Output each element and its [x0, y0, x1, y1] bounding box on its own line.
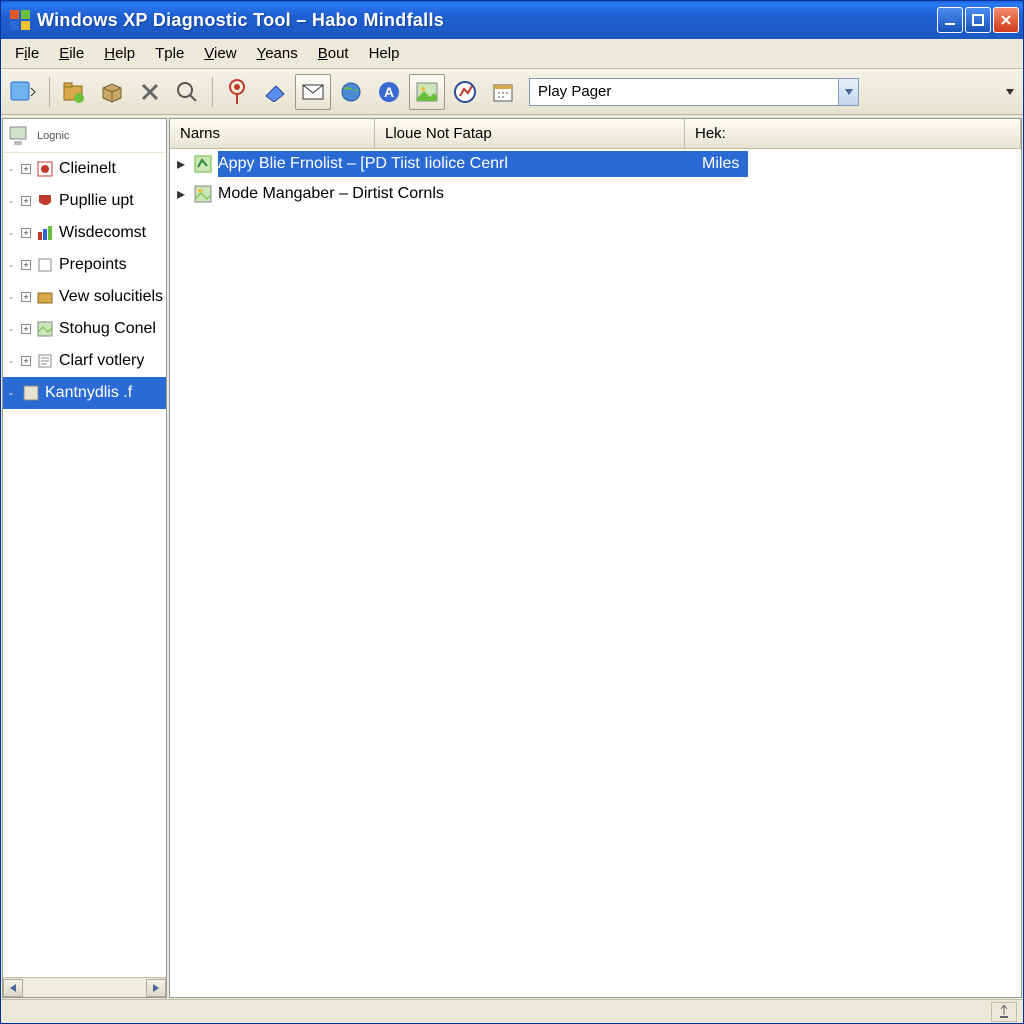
sidebar-items: -+ Clieinelt -+ Pupllie upt -+ Wisdecoms…: [3, 153, 166, 977]
app-icon: [9, 9, 31, 31]
sidebar-item-label: Pupllie upt: [59, 192, 134, 210]
toolbar-globe-button[interactable]: [333, 74, 369, 110]
maximize-button[interactable]: [965, 7, 991, 33]
column-header-hex[interactable]: Hek:: [685, 119, 1021, 148]
row-hex: Miles: [698, 155, 748, 173]
menu-bout[interactable]: Bout: [308, 41, 359, 66]
sidebar-icon: [21, 383, 41, 403]
sidebar-item-label: Wisdecomst: [59, 224, 146, 242]
scroll-right-button[interactable]: [146, 979, 166, 997]
toolbar-pin-button[interactable]: [219, 74, 255, 110]
computer-icon: [7, 123, 33, 149]
sidebar-scrollbar[interactable]: [3, 977, 166, 997]
column-header-desc[interactable]: Lloue Not Fatap: [375, 119, 685, 148]
menu-eile[interactable]: Eile: [49, 41, 94, 66]
list-row[interactable]: ▸ Mode Mangaber – Dirtist Cornls: [170, 179, 1021, 209]
sidebar-icon: [35, 223, 55, 243]
column-headers: Narns Lloue Not Fatap Hek:: [170, 119, 1021, 149]
toolbar-delete-button[interactable]: [132, 74, 168, 110]
sidebar-icon: [35, 255, 55, 275]
sidebar-item-vew-solucitiels[interactable]: -+ Vew solucitiels: [3, 281, 166, 313]
column-header-name[interactable]: Narns: [170, 119, 375, 148]
menu-file-1[interactable]: File: [5, 41, 49, 66]
sidebar-item-label: Prepoints: [59, 256, 127, 274]
toolbar-a-button[interactable]: A: [371, 74, 407, 110]
toolbar-separator: [49, 77, 50, 107]
status-indicator: [991, 1002, 1017, 1022]
main-panel: Narns Lloue Not Fatap Hek: ▸ Appy Blie F…: [169, 118, 1022, 998]
chevron-down-icon[interactable]: [838, 79, 858, 105]
expand-arrow-icon[interactable]: ▸: [170, 184, 192, 204]
toolbar-zoom-button[interactable]: [170, 74, 206, 110]
sidebar-item-label: Stohug Conel: [59, 320, 156, 338]
sidebar-item-label: Clieinelt: [59, 160, 116, 178]
sidebar-icon: [35, 351, 55, 371]
sidebar-item-clarf[interactable]: -+ Clarf votlery: [3, 345, 166, 377]
toolbar-open-button[interactable]: [56, 74, 92, 110]
sidebar-icon: [35, 159, 55, 179]
menu-help-2[interactable]: Help: [359, 41, 410, 66]
menubar: File Eile Help Tple View Yeans Bout Help: [1, 39, 1023, 69]
window-controls: [937, 7, 1019, 33]
row-name: Mode Mangaber – Dirtist Cornls: [218, 185, 698, 203]
sidebar-item-label: Vew solucitiels: [59, 288, 163, 306]
menu-view[interactable]: View: [194, 41, 246, 66]
toolbar-eraser-button[interactable]: [257, 74, 293, 110]
sidebar-item-kantnydlis[interactable]: - Kantnydlis .f: [3, 377, 166, 409]
sidebar-item-label: Clarf votlery: [59, 352, 144, 370]
sidebar-icon: [35, 191, 55, 211]
sidebar-root-label: Lognic: [37, 130, 69, 142]
toolbar-overflow-button[interactable]: [1001, 74, 1019, 110]
row-name: Appy Blie Frnolist – [PD Tiist Iiolice C…: [218, 155, 698, 173]
app-window: Windows XP Diagnostic Tool – Habo Mindfa…: [0, 0, 1024, 1024]
toolbar-separator: [212, 77, 213, 107]
toolbar-new-button[interactable]: [5, 74, 43, 110]
sidebar-item-wisdecomst[interactable]: -+ Wisdecomst: [3, 217, 166, 249]
sidebar-item-prepoints[interactable]: -+ Prepoints: [3, 249, 166, 281]
scroll-track[interactable]: [23, 979, 146, 997]
sidebar: Lognic -+ Clieinelt -+ Pupllie upt -+ Wi…: [2, 118, 167, 998]
menu-tple[interactable]: Tple: [145, 41, 194, 66]
menu-yeans[interactable]: Yeans: [247, 41, 308, 66]
list-rows: ▸ Appy Blie Frnolist – [PD Tiist Iiolice…: [170, 149, 1021, 997]
sidebar-item-stohug[interactable]: -+ Stohug Conel: [3, 313, 166, 345]
menu-help-1[interactable]: Help: [94, 41, 145, 66]
close-button[interactable]: [993, 7, 1019, 33]
expand-arrow-icon[interactable]: ▸: [170, 154, 192, 174]
toolbar-calendar-button[interactable]: [485, 74, 521, 110]
sidebar-item-label: Kantnydlis .f: [45, 384, 132, 402]
toolbar-dropdown[interactable]: Play Pager: [529, 78, 859, 106]
sidebar-icon: [35, 319, 55, 339]
body-area: Lognic -+ Clieinelt -+ Pupllie upt -+ Wi…: [1, 115, 1023, 999]
list-row[interactable]: ▸ Appy Blie Frnolist – [PD Tiist Iiolice…: [170, 149, 1021, 179]
minimize-button[interactable]: [937, 7, 963, 33]
svg-text:A: A: [384, 84, 394, 100]
toolbar-package-button[interactable]: [94, 74, 130, 110]
statusbar: [1, 999, 1023, 1023]
titlebar: Windows XP Diagnostic Tool – Habo Mindfa…: [1, 1, 1023, 39]
window-title: Windows XP Diagnostic Tool – Habo Mindfa…: [37, 10, 937, 31]
toolbar-mail-button[interactable]: [295, 74, 331, 110]
toolbar-dropdown-value: Play Pager: [530, 83, 838, 100]
row-icon: [192, 153, 214, 175]
sidebar-root-item[interactable]: Lognic: [3, 119, 166, 153]
sidebar-item-pupllie[interactable]: -+ Pupllie upt: [3, 185, 166, 217]
toolbar-chart-button[interactable]: [447, 74, 483, 110]
toolbar-picture-button[interactable]: [409, 74, 445, 110]
scroll-left-button[interactable]: [3, 979, 23, 997]
sidebar-item-clieinelt[interactable]: -+ Clieinelt: [3, 153, 166, 185]
sidebar-icon: [35, 287, 55, 307]
row-icon: [192, 183, 214, 205]
toolbar: A Play Pager: [1, 69, 1023, 115]
